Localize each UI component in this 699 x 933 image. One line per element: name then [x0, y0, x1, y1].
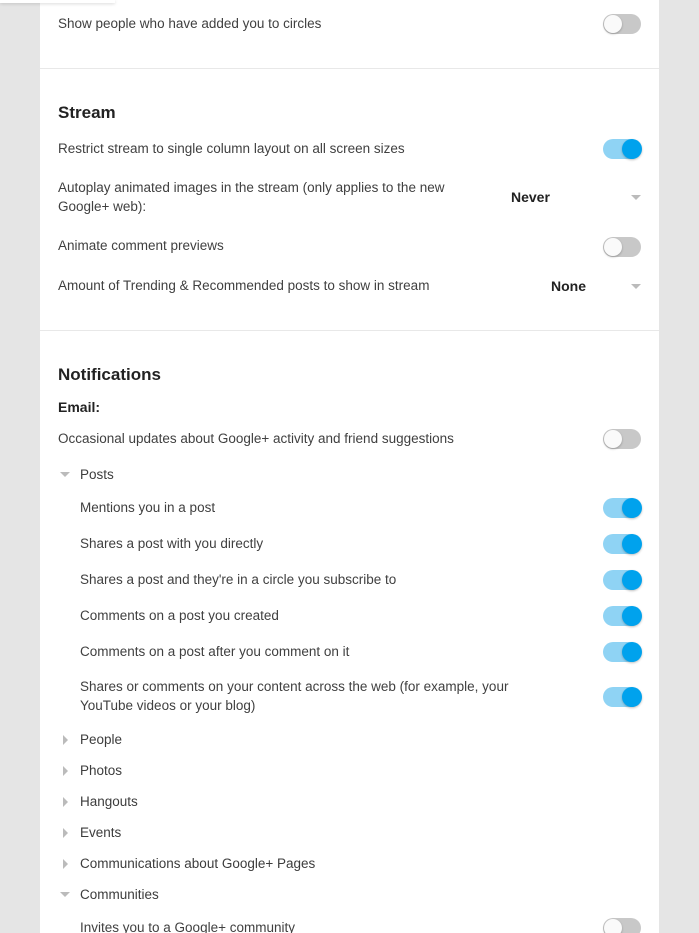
post-shares-circle-label: Shares a post and they're in a circle yo… [80, 571, 603, 590]
setting-post-comments-after: Comments on a post after you comment on … [80, 634, 641, 670]
setting-post-mentions: Mentions you in a post [80, 490, 641, 526]
chevron-down-icon [60, 892, 70, 897]
post-mentions-label: Mentions you in a post [80, 499, 603, 518]
chevron-right-icon [63, 828, 68, 838]
group-photos-label: Photos [80, 763, 122, 778]
setting-trending: Amount of Trending & Recommended posts t… [58, 267, 641, 307]
post-shares-direct-label: Shares a post with you directly [80, 535, 603, 554]
autoplay-value: Never [511, 188, 550, 208]
restrict-stream-toggle[interactable] [603, 139, 641, 159]
group-pages-label: Communications about Google+ Pages [80, 856, 315, 871]
group-photos[interactable]: Photos [58, 755, 641, 786]
setting-community-invite: Invites you to a Google+ community [80, 910, 641, 933]
trending-label: Amount of Trending & Recommended posts t… [58, 277, 551, 296]
group-posts-label: Posts [80, 467, 114, 482]
chevron-down-icon [631, 195, 641, 200]
setting-occasional-updates: Occasional updates about Google+ activit… [58, 419, 641, 459]
setting-post-web-content: Shares or comments on your content acros… [80, 670, 641, 724]
group-events-label: Events [80, 825, 121, 840]
animate-previews-label: Animate comment previews [58, 237, 603, 256]
notifications-email-label: Email: [58, 391, 641, 419]
group-communities[interactable]: Communities [58, 879, 641, 910]
group-pages[interactable]: Communications about Google+ Pages [58, 848, 641, 879]
post-web-content-toggle[interactable] [603, 687, 641, 707]
post-comments-your-label: Comments on a post you created [80, 607, 603, 626]
show-circles-label: Show people who have added you to circle… [58, 15, 603, 34]
community-invite-label: Invites you to a Google+ community [80, 919, 603, 933]
section-title-stream: Stream [58, 85, 641, 129]
setting-show-circles: Show people who have added you to circle… [58, 4, 641, 44]
setting-autoplay: Autoplay animated images in the stream (… [58, 169, 641, 227]
occasional-updates-toggle[interactable] [603, 429, 641, 449]
setting-animate-previews: Animate comment previews [58, 227, 641, 267]
setting-post-comments-your: Comments on a post you created [80, 598, 641, 634]
trending-dropdown[interactable]: None [551, 277, 641, 297]
community-invite-toggle[interactable] [603, 918, 641, 933]
show-circles-toggle[interactable] [603, 14, 641, 34]
group-communities-label: Communities [80, 887, 159, 902]
trending-value: None [551, 277, 586, 297]
chevron-down-icon [631, 284, 641, 289]
post-web-content-label: Shares or comments on your content acros… [80, 678, 603, 716]
group-hangouts-label: Hangouts [80, 794, 138, 809]
group-events[interactable]: Events [58, 817, 641, 848]
group-posts[interactable]: Posts [58, 459, 641, 490]
group-hangouts[interactable]: Hangouts [58, 786, 641, 817]
setting-restrict-stream: Restrict stream to single column layout … [58, 129, 641, 169]
chevron-right-icon [63, 859, 68, 869]
group-people-label: People [80, 732, 122, 747]
setting-post-shares-circle: Shares a post and they're in a circle yo… [80, 562, 641, 598]
group-people[interactable]: People [58, 724, 641, 755]
post-shares-circle-toggle[interactable] [603, 570, 641, 590]
chevron-right-icon [63, 766, 68, 776]
restrict-stream-label: Restrict stream to single column layout … [58, 140, 603, 159]
animate-previews-toggle[interactable] [603, 237, 641, 257]
occasional-updates-label: Occasional updates about Google+ activit… [58, 430, 603, 449]
post-comments-after-toggle[interactable] [603, 642, 641, 662]
post-shares-direct-toggle[interactable] [603, 534, 641, 554]
chevron-down-icon [60, 472, 70, 477]
section-title-notifications: Notifications [58, 347, 641, 391]
autoplay-label: Autoplay animated images in the stream (… [58, 179, 511, 217]
post-mentions-toggle[interactable] [603, 498, 641, 518]
setting-post-shares-direct: Shares a post with you directly [80, 526, 641, 562]
chevron-right-icon [63, 735, 68, 745]
post-comments-after-label: Comments on a post after you comment on … [80, 643, 603, 662]
browser-tab-indicator [0, 0, 115, 3]
post-comments-your-toggle[interactable] [603, 606, 641, 626]
autoplay-dropdown[interactable]: Never [511, 188, 641, 208]
chevron-right-icon [63, 797, 68, 807]
